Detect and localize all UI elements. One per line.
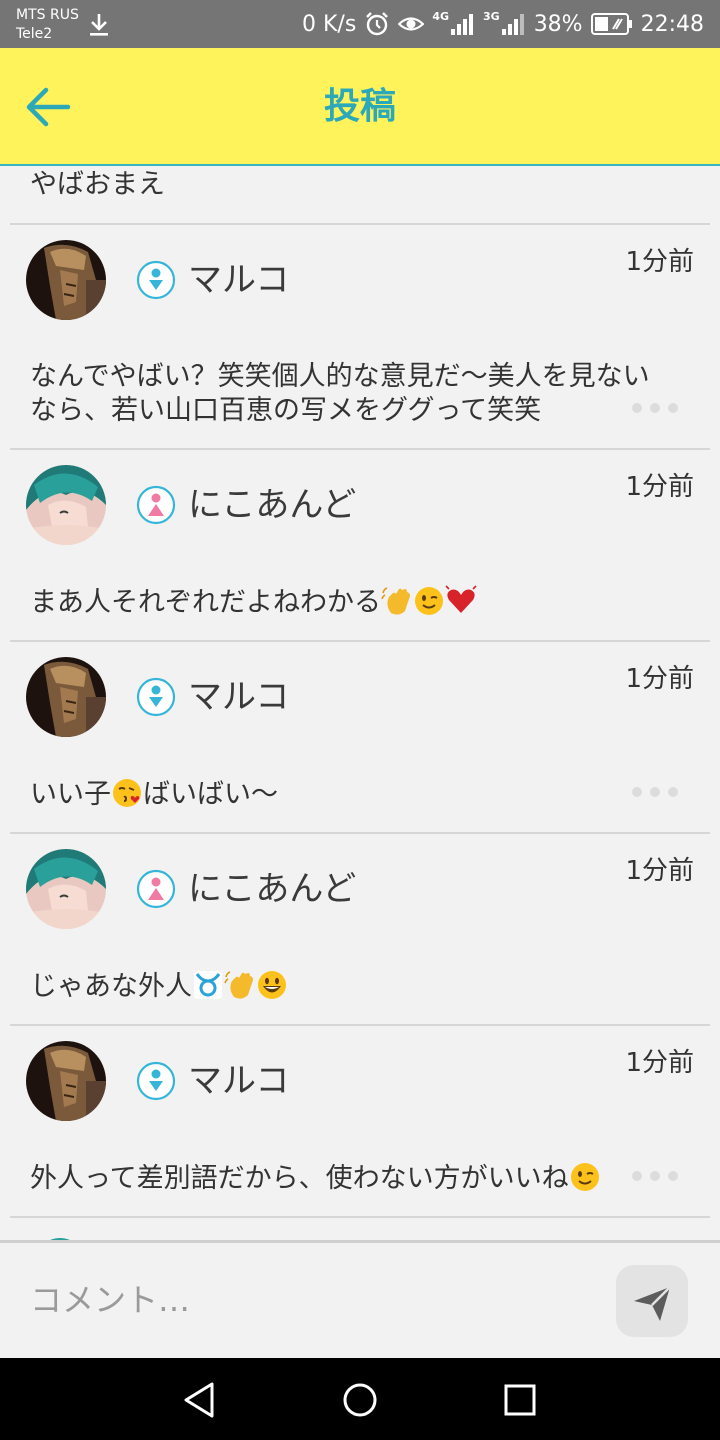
face-blowing-kiss-emoji xyxy=(113,779,141,807)
divider xyxy=(10,1216,710,1218)
avatar[interactable] xyxy=(26,465,106,545)
taurus-emoji xyxy=(194,971,222,999)
grinning-face-emoji xyxy=(258,971,286,999)
avatar[interactable] xyxy=(26,657,106,737)
divider xyxy=(10,832,710,834)
comment-text: じゃあな外人 xyxy=(30,971,192,1002)
comment-body: なんでやばい？笑笑個人的な意見だ〜美人を見ない なら、若い山口百恵の写メをググっ… xyxy=(30,360,690,428)
male-icon xyxy=(136,260,176,300)
comment-text: いい子 xyxy=(30,779,111,810)
comment-time: 1分前 xyxy=(625,247,694,277)
comment-username[interactable]: マルコ xyxy=(188,675,289,719)
carrier-primary: MTS RUS xyxy=(16,7,79,23)
comment-body: まあ人それぞれだよねわかる xyxy=(30,585,690,620)
comment-body: じゃあな外人 xyxy=(30,969,690,1004)
recents-square-icon[interactable] xyxy=(498,1378,542,1422)
male-icon xyxy=(136,1061,176,1101)
comment-time: 1分前 xyxy=(625,472,694,502)
download-icon xyxy=(90,14,108,36)
battery-icon xyxy=(590,13,632,35)
comment-time: 1分前 xyxy=(625,664,694,694)
alarm-icon xyxy=(366,12,389,36)
comment-text: まあ人それぞれだよねわかる xyxy=(30,587,381,618)
previous-comment-tail: やばおまえ xyxy=(30,169,165,200)
winking-face-emoji xyxy=(570,1163,599,1191)
avatar[interactable] xyxy=(26,1041,106,1121)
beating-heart-emoji xyxy=(445,585,477,613)
network-speed: 0 K/s xyxy=(302,11,357,37)
eye-icon xyxy=(398,17,425,31)
comment-text: 外人って差別語だから、使わない方がいいね xyxy=(30,1163,569,1194)
female-icon xyxy=(136,869,176,909)
comment-input[interactable] xyxy=(30,1269,590,1331)
signal-3g-label: 3G xyxy=(483,10,500,23)
comment-username[interactable]: マルコ xyxy=(188,1059,289,1103)
more-options-icon[interactable] xyxy=(630,785,680,799)
divider xyxy=(10,448,710,450)
battery-percent: 38% xyxy=(533,11,583,37)
divider xyxy=(10,640,710,642)
more-options-icon[interactable] xyxy=(630,401,680,415)
comment-feed[interactable]: やばおまえ マルコ 1分前 なんでやばい？笑笑個人的な意見だ〜美人を見ない なら… xyxy=(0,168,720,1240)
app-bar: 投稿 xyxy=(0,48,720,166)
send-button[interactable] xyxy=(616,1265,688,1337)
avatar[interactable] xyxy=(26,240,106,320)
system-nav-bar xyxy=(0,1358,720,1440)
winking-face-emoji xyxy=(415,587,443,615)
status-icons: 0 K/s 4G 3G 38% 22:48 xyxy=(302,10,704,38)
waving-hand-emoji xyxy=(224,971,253,999)
comment-username[interactable]: にこあんど xyxy=(188,483,356,527)
signal-icon xyxy=(501,14,524,35)
comment-line: なら、若い山口百恵の写メをググって笑笑 xyxy=(30,395,542,426)
carrier-info: MTS RUS Tele2 xyxy=(16,6,79,44)
status-bar: MTS RUS Tele2 0 K/s 4G 3G 38% 22:48 xyxy=(0,0,720,48)
page-title: 投稿 xyxy=(323,86,396,127)
back-triangle-icon[interactable] xyxy=(178,1378,222,1422)
divider xyxy=(10,223,710,225)
comment-body: 外人って差別語だから、使わない方がいいね xyxy=(30,1161,690,1196)
comment-body: いい子 ばいばい〜 xyxy=(30,777,690,812)
avatar[interactable] xyxy=(26,849,106,929)
comment-line: なんでやばい？笑笑個人的な意見だ〜美人を見ない xyxy=(30,361,650,392)
comment-time: 1分前 xyxy=(625,1048,694,1078)
comment-text: ばいばい〜 xyxy=(143,779,278,810)
signal-4g-label: 4G xyxy=(432,10,449,23)
clock: 22:48 xyxy=(640,11,704,37)
waving-hand-emoji xyxy=(381,587,410,615)
male-icon xyxy=(136,677,176,717)
female-icon xyxy=(136,485,176,525)
carrier-secondary: Tele2 xyxy=(16,26,53,42)
home-circle-icon[interactable] xyxy=(338,1378,382,1422)
more-options-icon[interactable] xyxy=(630,1169,680,1183)
comment-input-bar xyxy=(0,1240,720,1358)
divider xyxy=(10,1024,710,1026)
signal-icon xyxy=(451,14,473,35)
comment-username[interactable]: にこあんど xyxy=(188,867,356,911)
send-icon xyxy=(634,1286,671,1321)
comment-username[interactable]: マルコ xyxy=(188,258,289,302)
comment-time: 1分前 xyxy=(625,856,694,886)
